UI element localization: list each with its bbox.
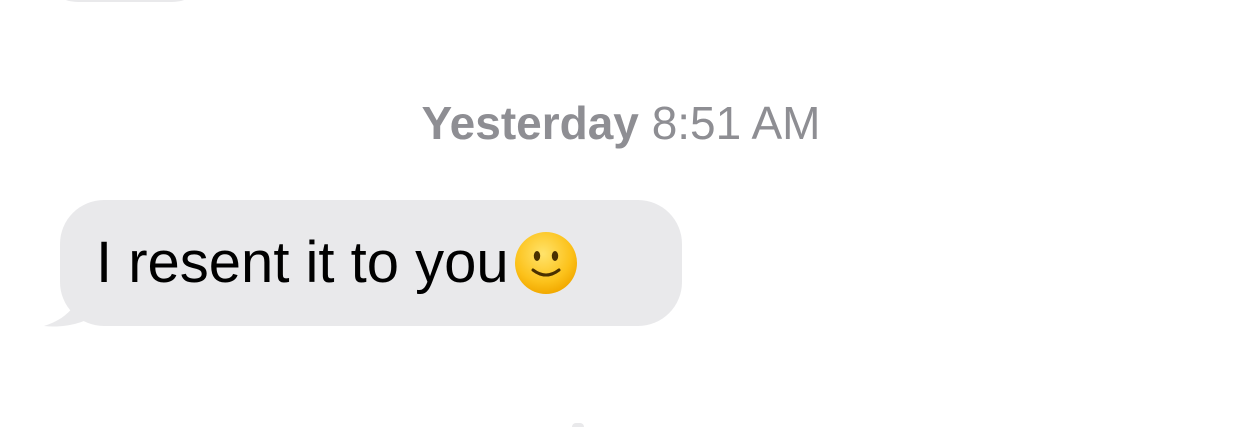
message-bubble[interactable]: I resent it to you [60, 200, 682, 326]
next-message-edge [572, 423, 584, 427]
slightly-smiling-face-icon [514, 232, 577, 294]
timestamp-time: 8:51 AM [651, 97, 821, 149]
timestamp-day: Yesterday [421, 97, 639, 149]
message-timestamp: Yesterday 8:51 AM [0, 95, 1242, 151]
incoming-message[interactable]: I resent it to you [44, 200, 684, 328]
message-text: I resent it to you [96, 230, 509, 295]
previous-message-bubble[interactable] [40, 0, 210, 2]
